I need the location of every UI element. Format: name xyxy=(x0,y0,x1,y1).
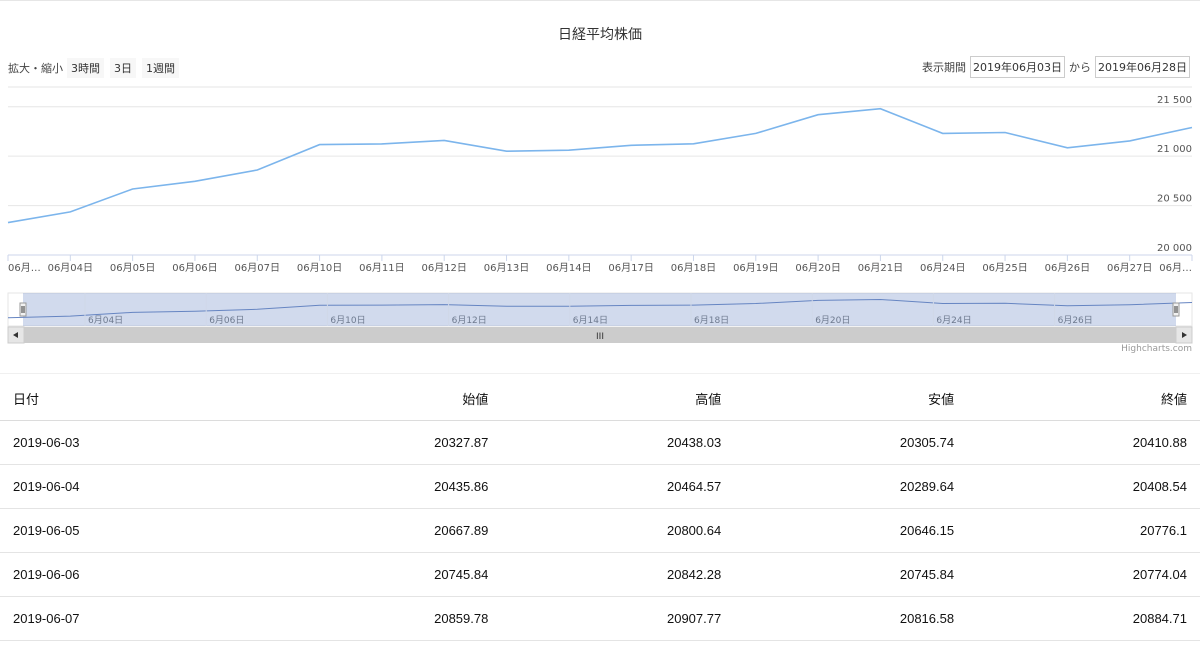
price-table: 日付 始値 高値 安値 終値 2019-06-03 20327.87 20438… xyxy=(0,376,1200,641)
cell-close: 20410.88 xyxy=(967,420,1200,465)
to-label: から xyxy=(1069,61,1091,74)
range-button-3h[interactable]: 3時間 xyxy=(67,58,104,78)
navigator[interactable]: 6月04日 6月06日 6月10日 6月12日 6月14日 6月18日 6月20日 6月24日… xyxy=(7,292,1193,344)
x-tick-label: 06月14日 xyxy=(546,262,591,274)
y-tick-label: 20 000 xyxy=(1157,243,1192,254)
navigator-label: 6月24日 xyxy=(936,315,971,326)
x-tick-label: 06月… xyxy=(8,262,41,274)
grid-lines xyxy=(8,86,1192,256)
range-selector-inputs: 表示期間 2019年06月03日 から 2019年06月28日 xyxy=(922,56,1194,78)
cell-open: 20745.84 xyxy=(268,552,502,597)
chart-canvas: 日経平均株価 20 000 20 500 21 000 21 500 06月… 06月0… xyxy=(7,27,1193,344)
x-tick-label: 06月20日 xyxy=(795,262,840,274)
cell-open: 20435.86 xyxy=(268,464,502,509)
cell-date: 2019-06-07 xyxy=(0,596,269,641)
x-tick-label: 06月25日 xyxy=(982,262,1027,274)
x-tick-label: 06月10日 xyxy=(297,262,342,274)
cell-high: 20842.28 xyxy=(501,552,735,597)
table-header-row: 日付 始値 高値 安値 終値 xyxy=(0,376,1200,421)
x-tick-label: 06月18日 xyxy=(671,262,716,274)
x-tick-label: 06月13日 xyxy=(484,262,529,274)
y-tick-label: 20 500 xyxy=(1157,194,1192,205)
x-tick-label: 06月12日 xyxy=(421,262,466,274)
cell-low: 20816.58 xyxy=(734,596,968,641)
zoom-label: 拡大・縮小 xyxy=(8,62,63,75)
x-tick-label: 06月11日 xyxy=(359,262,404,274)
navigator-label: 6月12日 xyxy=(452,315,487,326)
navigator-label: 6月14日 xyxy=(573,315,608,326)
cell-date: 2019-06-05 xyxy=(0,508,269,553)
header-open: 始値 xyxy=(268,376,502,421)
stock-chart: 日経平均株価 20 000 20 500 21 000 21 500 06月… 06月0… xyxy=(0,0,1200,359)
cell-close: 20884.71 xyxy=(967,596,1200,641)
y-tick-label: 21 000 xyxy=(1157,144,1192,155)
x-tick-label: 06月27日 xyxy=(1107,262,1152,274)
y-tick-label: 21 500 xyxy=(1157,95,1192,106)
navigator-label: 6月04日 xyxy=(88,315,123,326)
cell-open: 20667.89 xyxy=(268,508,502,553)
navigator-handle-left[interactable] xyxy=(19,302,27,317)
navigator-label: 6月06日 xyxy=(209,315,244,326)
cell-open: 20859.78 xyxy=(268,596,502,641)
cell-low: 20745.84 xyxy=(734,552,968,597)
cell-low: 20289.64 xyxy=(734,464,968,509)
x-tick-label: 06月26日 xyxy=(1045,262,1090,274)
x-tick-label: 06月17日 xyxy=(608,262,653,274)
navigator-label: 6月20日 xyxy=(815,315,850,326)
cell-high: 20438.03 xyxy=(501,420,735,465)
navigator-label: 6月26日 xyxy=(1058,315,1093,326)
x-tick-label: 06月04日 xyxy=(48,262,93,274)
period-label: 表示期間 xyxy=(922,61,966,74)
credits-link[interactable]: Highcharts.com xyxy=(1121,344,1192,354)
table-row: 2019-06-07 20859.78 20907.77 20816.58 20… xyxy=(0,596,1200,641)
table-row: 2019-06-05 20667.89 20800.64 20646.15 20… xyxy=(0,508,1200,553)
header-low: 安値 xyxy=(734,376,968,421)
chart-title: 日経平均株価 xyxy=(558,27,642,43)
cell-high: 20907.77 xyxy=(501,596,735,641)
range-selector-buttons: 拡大・縮小 3時間 3日 1週間 xyxy=(8,58,185,78)
x-tick-label: 06月24日 xyxy=(920,262,965,274)
from-date-input[interactable]: 2019年06月03日 xyxy=(970,56,1065,78)
divider xyxy=(0,373,1200,374)
table-row: 2019-06-04 20435.86 20464.57 20289.64 20… xyxy=(0,464,1200,509)
cell-date: 2019-06-03 xyxy=(0,420,269,465)
cell-low: 20646.15 xyxy=(734,508,968,553)
navigator-handle-right[interactable] xyxy=(1172,302,1180,317)
cell-date: 2019-06-04 xyxy=(0,464,269,509)
table-row: 2019-06-03 20327.87 20438.03 20305.74 20… xyxy=(0,420,1200,465)
x-tick-label: 06月07日 xyxy=(235,262,280,274)
cell-close: 20408.54 xyxy=(967,464,1200,509)
cell-high: 20464.57 xyxy=(501,464,735,509)
x-tick-label: 06月19日 xyxy=(733,262,778,274)
x-tick-label: 06月06日 xyxy=(172,262,217,274)
header-close: 終値 xyxy=(967,376,1200,421)
table-row: 2019-06-06 20745.84 20842.28 20745.84 20… xyxy=(0,552,1200,597)
x-tick-label: 06月… xyxy=(1159,262,1192,274)
to-date-input[interactable]: 2019年06月28日 xyxy=(1095,56,1190,78)
x-axis: 06月… 06月04日 06月05日 06月06日 06月07日 06月10日 06月11日… xyxy=(7,255,1193,274)
x-tick-label: 06月21日 xyxy=(858,262,903,274)
x-tick-label: 06月05日 xyxy=(110,262,155,274)
navigator-label: 6月18日 xyxy=(694,315,729,326)
cell-close: 20776.1 xyxy=(967,508,1200,553)
cell-date: 2019-06-06 xyxy=(0,552,269,597)
cell-close: 20774.04 xyxy=(967,552,1200,597)
scrollbar-grip: III xyxy=(596,332,604,342)
y-axis: 20 000 20 500 21 000 21 500 xyxy=(1157,95,1192,254)
range-button-1w[interactable]: 1週間 xyxy=(142,58,179,78)
navigator-label: 6月10日 xyxy=(330,315,365,326)
cell-high: 20800.64 xyxy=(501,508,735,553)
cell-open: 20327.87 xyxy=(268,420,502,465)
header-date: 日付 xyxy=(0,376,269,421)
cell-low: 20305.74 xyxy=(734,420,968,465)
header-high: 高値 xyxy=(501,376,735,421)
range-button-3d[interactable]: 3日 xyxy=(110,58,136,78)
